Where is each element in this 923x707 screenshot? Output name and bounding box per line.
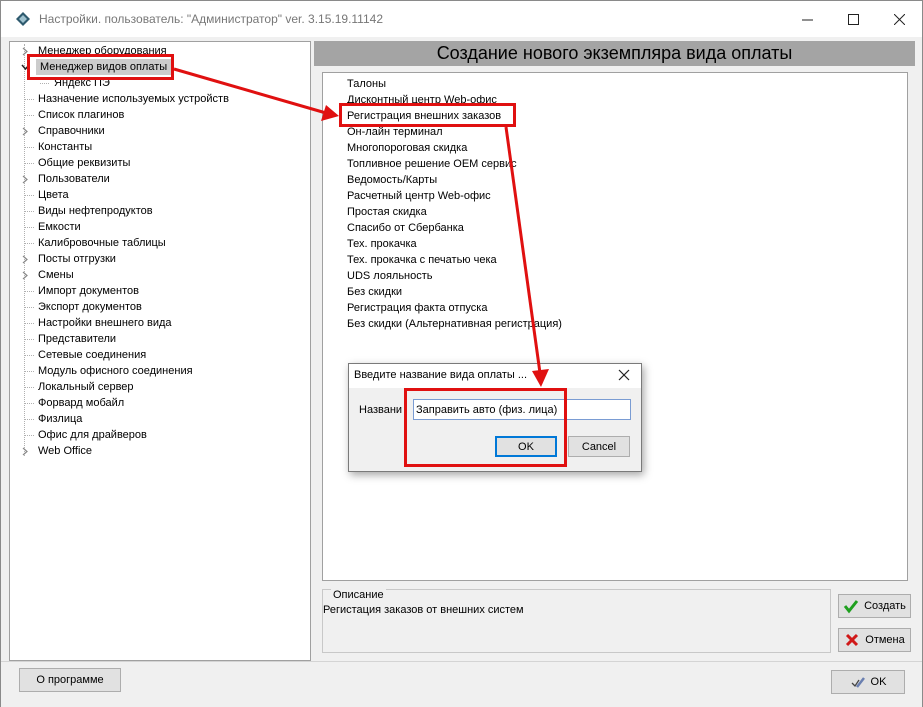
tree-guide-line [24,44,25,456]
tree-item-label: Модуль офисного соединения [38,365,193,377]
payment-type-item[interactable]: Топливное решение OEM сервис [347,156,517,172]
about-button[interactable]: О программе [19,668,121,692]
tree-item-label: Форвард мобайл [38,397,125,409]
dialog-cancel-label: Cancel [581,440,617,453]
tree-connector [25,195,34,196]
tree-connector [25,99,34,100]
dialog-title: Введите название вида оплаты ... [354,369,528,381]
annotation-box-tree [27,54,174,80]
payment-type-item[interactable]: Тех. прокачка с печатью чека [347,252,497,268]
payment-type-item[interactable]: Расчетный центр Web-офис [347,188,491,204]
tree-item-label: Экспорт документов [38,301,142,313]
chevron-right-icon[interactable] [20,251,30,267]
tree-connector [25,339,34,340]
payment-type-item[interactable]: Ведомость/Карты [347,172,437,188]
payment-type-item[interactable]: UDS лояльность [347,268,433,284]
tree-connector [25,211,34,212]
settings-window: Настройки. пользователь: "Администратор"… [0,0,923,707]
ok-button[interactable]: OK [831,670,905,694]
dialog-cancel-button[interactable]: Cancel [568,436,630,457]
tree-connector [25,323,34,324]
chevron-right-icon[interactable] [20,123,30,139]
tree-connector [40,83,49,84]
create-button-label: Создать [864,600,906,612]
tree-connector [25,435,34,436]
payment-type-item[interactable]: Тех. прокачка [347,236,417,252]
minimize-button[interactable] [784,1,830,37]
payment-type-item[interactable]: Без скидки (Альтернативная регистрация) [347,316,562,332]
tree-connector [25,291,34,292]
tree-connector [25,371,34,372]
description-label: Описание [331,589,386,601]
page-title: Создание нового экземпляра вида оплаты [314,41,915,66]
tree-item-label: Web Office [38,445,93,457]
tree-item-label: Смены [38,269,74,281]
payment-type-item[interactable]: Без скидки [347,284,402,300]
checkmark-icon [843,600,859,614]
payment-type-item[interactable]: Спасибо от Сбербанка [347,220,464,236]
dialog-close-icon[interactable] [617,368,631,382]
cancel-button[interactable]: Отмена [838,628,911,652]
tree-item-label: Настройки внешнего вида [38,317,172,329]
tree-connector [25,419,34,420]
bottom-bar [1,661,922,707]
payment-type-item[interactable]: Талоны [347,76,386,92]
tree-item-label: Сетевые соединения [38,349,147,361]
tree-item-label: Калибровочные таблицы [38,237,166,249]
tree-item-label: Офис для драйверов [38,429,147,441]
description-text: Регистация заказов от внешних систем [323,604,524,616]
payment-type-item[interactable]: Регистрация факта отпуска [347,300,487,316]
payment-type-item[interactable]: Многопороговая скидка [347,140,467,156]
tree-item-label: Посты отгрузки [38,253,116,265]
close-icon [893,13,905,25]
tree-connector [25,147,34,148]
tree-connector [25,387,34,388]
chevron-right-icon[interactable] [20,267,30,283]
tree-item-label: Виды нефтепродуктов [38,205,153,217]
minimize-icon [801,19,813,20]
settings-tree[interactable]: Менеджер оборудования Менеджер видов опла… [9,41,311,661]
window-title: Настройки. пользователь: "Администратор"… [39,12,383,26]
tree-item-label: Емкости [38,221,81,233]
chevron-right-icon[interactable] [20,443,30,459]
about-button-label: О программе [36,674,104,686]
tree-item-label: Справочники [38,125,105,137]
tree-connector [25,307,34,308]
tree-item-label: Пользователи [38,173,110,185]
tree-item-label: Представители [38,333,117,345]
tree-connector [25,403,34,404]
cross-icon [846,633,859,647]
tree-connector [25,115,34,116]
pencil-check-icon [851,677,865,688]
annotation-box-list [339,103,516,127]
tree-item-label: Общие реквизиты [38,157,131,169]
tree-item-label: Импорт документов [38,285,139,297]
ok-button-label: OK [870,676,887,688]
app-diamond-icon [16,12,30,26]
payment-type-item[interactable]: Простая скидка [347,204,427,220]
tree-connector [25,163,34,164]
tree-connector [25,227,34,228]
tree-item-label: Локальный сервер [38,381,134,393]
cancel-button-label: Отмена [865,634,905,646]
tree-connector [25,243,34,244]
tree-connector [25,355,34,356]
maximize-button[interactable] [830,1,876,37]
chevron-right-icon[interactable] [20,171,30,187]
tree-item-label: Цвета [38,189,69,201]
close-button[interactable] [876,1,922,37]
tree-item-label: Константы [38,141,93,153]
maximize-icon [847,13,859,25]
description-group: Описание Регистация заказов от внешних с… [322,589,831,653]
tree-item-label: Назначение используемых устройств [38,93,229,105]
create-button[interactable]: Создать [838,594,911,618]
tree-item-label: Список плагинов [38,109,125,121]
annotation-box-dialog [404,388,567,467]
dialog-title-bar: Введите название вида оплаты ... [349,364,641,388]
dialog-name-label: Названи [359,404,403,416]
payment-type-list[interactable]: Талоны Дисконтный центр Web-офис Регистрац… [322,72,908,581]
title-bar: Настройки. пользователь: "Администратор"… [1,1,922,37]
tree-item-label: Физлица [38,413,83,425]
